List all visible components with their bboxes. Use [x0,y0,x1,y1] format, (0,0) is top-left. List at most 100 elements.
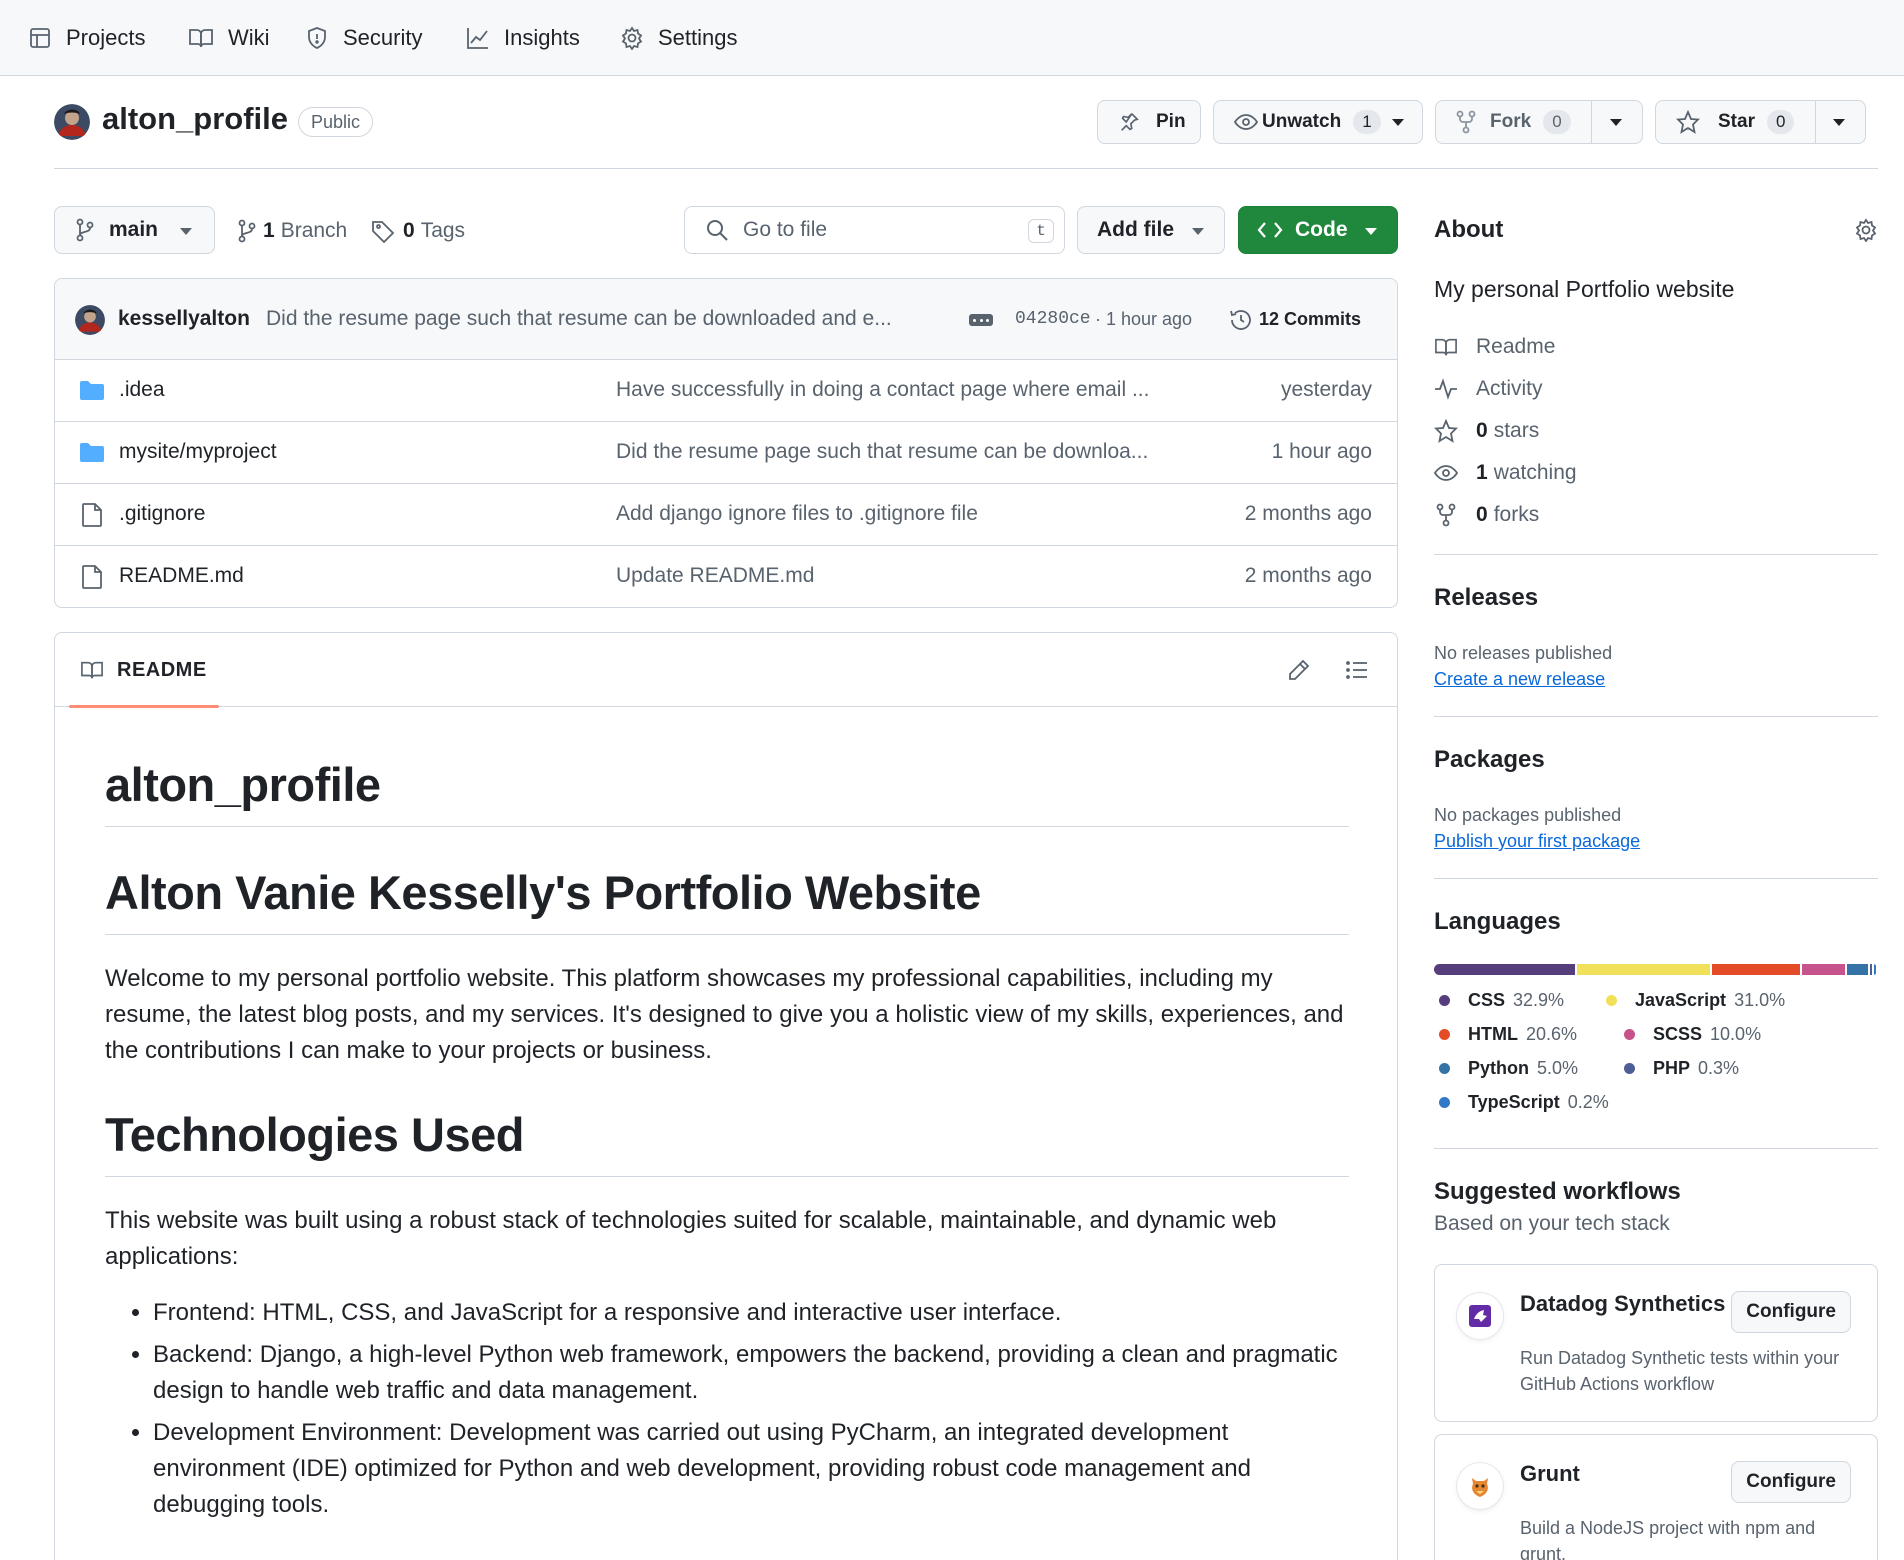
file-row[interactable]: .gitignore Add django ignore files to .g… [55,484,1397,546]
nav-label: Projects [66,25,146,50]
file-row[interactable]: mysite/myproject Did the resume page suc… [55,422,1397,484]
commit-author[interactable]: kessellyalton [118,307,250,331]
branch-name: main [109,218,159,241]
language-bar-segment [1874,964,1876,975]
about-activity-link[interactable]: Activity [1434,374,1543,404]
divider [1434,1148,1878,1149]
table-icon [30,28,50,48]
nav-security[interactable]: Security [305,22,422,54]
nav-insights[interactable]: Insights [466,22,580,54]
file-row[interactable]: .idea Have successfully in doing a conta… [55,360,1397,422]
commits-link[interactable]: 12 Commits [1259,309,1361,330]
repo-name[interactable]: alton_profile [102,101,288,137]
fork-button[interactable]: Fork 0 [1435,100,1643,144]
releases-title[interactable]: Releases [1434,584,1538,612]
language-bar-segment [1711,964,1800,975]
language-item[interactable]: Python 5.0% [1439,1058,1578,1079]
about-forks-link[interactable]: 0 forks [1434,500,1539,530]
star-button[interactable]: Star 0 [1655,100,1866,144]
file-commit-message[interactable]: Have successfully in doing a contact pag… [616,378,1149,402]
language-item[interactable]: PHP 0.3% [1624,1058,1739,1079]
language-item[interactable]: HTML 20.6% [1439,1024,1577,1045]
code-button[interactable]: Code [1238,206,1398,254]
commit-author-avatar[interactable] [75,305,105,335]
lang-dot-javascript [1606,995,1617,1006]
readme-heading: Alton Vanie Kesselly's Portfolio Website [105,865,1349,935]
commit-sha[interactable]: 04280ce [1015,309,1091,329]
readme-content: alton_profile Alton Vanie Kesselly's Por… [105,707,1349,1529]
file-commit-time: 2 months ago [1244,564,1372,587]
tags-link[interactable]: 0 Tags [371,216,465,246]
configure-button[interactable]: Configure [1731,1461,1851,1503]
language-name: Python [1468,1058,1529,1078]
about-stars-link[interactable]: 0 stars [1434,416,1539,446]
forks-count: 0 [1476,503,1488,526]
eye-icon [1434,465,1458,481]
nav-label: Settings [658,25,738,50]
language-name: CSS [1468,990,1506,1010]
datadog-icon [1457,1293,1503,1339]
file-commit-message[interactable]: Update README.md [616,564,814,588]
shield-icon [308,27,326,49]
chevron-down-icon[interactable] [1833,119,1845,126]
tag-icon [372,221,395,243]
file-icon [82,565,102,589]
watching-count: 1 [1476,461,1488,484]
history-icon [1230,310,1251,330]
pin-button[interactable]: Pin [1097,100,1201,144]
publish-package-link[interactable]: Publish your first package [1434,831,1640,852]
file-browser: kessellyalton Did the resume page such t… [54,278,1398,608]
language-item[interactable]: JavaScript 31.0% [1606,990,1785,1011]
commit-message[interactable]: Did the resume page such that resume can… [266,307,892,331]
ellipsis-expand-icon[interactable] [969,314,993,326]
lang-dot-typescript [1439,1097,1450,1108]
book-icon [189,29,213,48]
configure-button[interactable]: Configure [1731,1291,1851,1333]
repo-nav: Projects Wiki Security Insights Settings [0,0,1904,76]
pencil-icon[interactable] [1287,658,1311,682]
unwatch-button[interactable]: Unwatch 1 [1213,100,1423,144]
file-name[interactable]: README.md [119,564,244,588]
forks-label: forks [1493,503,1540,526]
fork-count: 0 [1543,110,1571,134]
go-to-file-search[interactable]: t [684,206,1065,254]
about-readme-link[interactable]: Readme [1434,332,1555,362]
lang-dot-php [1624,1063,1635,1074]
file-name[interactable]: .gitignore [119,502,205,526]
chevron-down-icon [1365,228,1377,235]
file-name[interactable]: .idea [119,378,165,402]
gear-icon[interactable] [1854,218,1878,242]
add-file-button[interactable]: Add file [1077,206,1225,254]
language-item[interactable]: SCSS 10.0% [1624,1024,1761,1045]
search-input[interactable] [743,218,1013,242]
graph-icon [467,28,488,49]
list-item: Backend: Django, a high-level Python web… [153,1337,1349,1409]
file-row[interactable]: README.md Update README.md 2 months ago [55,546,1397,607]
language-name: HTML [1468,1024,1518,1044]
packages-title[interactable]: Packages [1434,746,1545,774]
file-commit-message[interactable]: Add django ignore files to .gitignore fi… [616,502,978,526]
file-name[interactable]: mysite/myproject [119,440,277,464]
language-item[interactable]: TypeScript 0.2% [1439,1092,1609,1113]
unwatch-label: Unwatch [1262,111,1342,132]
branches-link[interactable]: 1 Branch [237,216,347,246]
nav-wiki[interactable]: Wiki [188,22,270,54]
about-watching-link[interactable]: 1 watching [1434,458,1577,488]
branch-select[interactable]: main [54,206,215,254]
list-outline-icon[interactable] [1345,658,1369,682]
divider [1434,878,1878,879]
owner-avatar[interactable] [54,104,90,140]
tab-readme[interactable]: README [69,633,219,708]
list-item: Frontend: HTML, CSS, and JavaScript for … [153,1295,1349,1331]
branch-icon [238,219,256,243]
readme-list: Frontend: HTML, CSS, and JavaScript for … [105,1295,1349,1523]
nav-projects[interactable]: Projects [28,22,145,54]
language-percent: 0.3% [1698,1058,1740,1078]
file-commit-message[interactable]: Did the resume page such that resume can… [616,440,1148,464]
chevron-down-icon[interactable] [1610,119,1622,126]
stars-count: 0 [1476,419,1488,442]
create-release-link[interactable]: Create a new release [1434,669,1605,690]
language-item[interactable]: CSS 32.9% [1439,990,1564,1011]
nav-settings[interactable]: Settings [620,22,738,54]
fork-icon [1436,503,1456,527]
